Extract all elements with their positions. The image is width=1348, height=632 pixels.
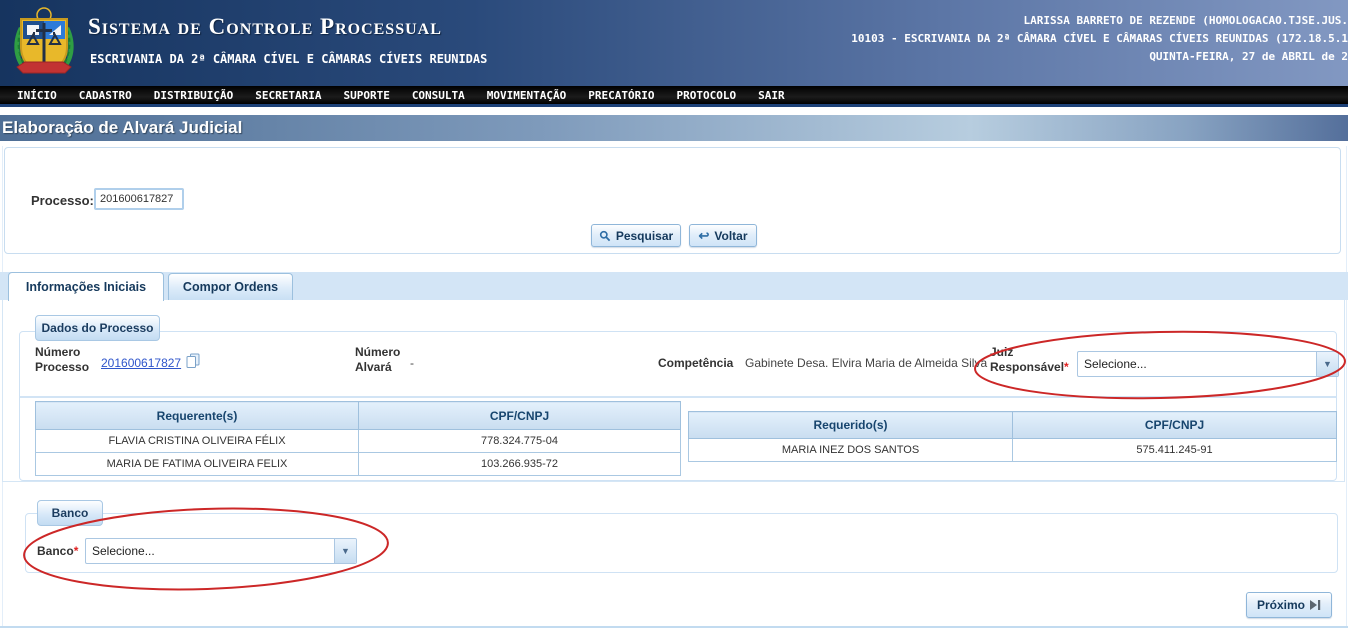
numero-processo-link[interactable]: 201600617827 (101, 356, 181, 370)
screen: Sistema de Controle Processual ESCRIVANI… (0, 0, 1348, 632)
pesquisar-button[interactable]: Pesquisar (591, 224, 681, 247)
app-subtitle: ESCRIVANIA DA 2ª CÂMARA CÍVEL E CÂMARAS … (90, 52, 487, 66)
banco-dropdown-arrow-icon[interactable]: ▼ (334, 539, 356, 563)
menu-item-distribuicao[interactable]: DISTRIBUIÇÃO (143, 89, 244, 102)
menu-item-movimentacao[interactable]: MOVIMENTAÇÃO (476, 89, 577, 102)
menu-item-protocolo[interactable]: PROTOCOLO (666, 89, 748, 102)
numero-alvara-value: - (410, 356, 414, 370)
table-cell: MARIA DE FATIMA OLIVEIRA FELIX (36, 453, 359, 476)
requerentes-table: Requerente(s) CPF/CNPJ FLAVIA CRISTINA O… (35, 401, 681, 476)
table-cell: FLAVIA CRISTINA OLIVEIRA FÉLIX (36, 430, 359, 453)
proximo-button[interactable]: Próximo (1246, 592, 1332, 618)
required-asterisk: * (74, 544, 79, 558)
next-icon (1310, 600, 1321, 610)
copy-icon[interactable] (186, 353, 200, 369)
page-bottom-border (0, 626, 1348, 628)
competencia-label: Competência (658, 356, 733, 371)
menu-item-sair[interactable]: SAIR (747, 89, 796, 102)
table-row: MARIA DE FATIMA OLIVEIRA FELIX103.266.93… (36, 453, 681, 476)
voltar-button[interactable]: ↩ Voltar (689, 224, 757, 247)
numero-processo-label: Número Processo (35, 345, 101, 375)
voltar-label: Voltar (714, 229, 747, 243)
processo-input[interactable] (94, 188, 184, 210)
app-header: Sistema de Controle Processual ESCRIVANI… (0, 0, 1348, 86)
fieldset-divider (20, 396, 1336, 398)
table-row: MARIA INEZ DOS SANTOS575.411.245-91 (689, 439, 1337, 462)
banco-label: Banco* (37, 544, 78, 559)
menu-item-inicio[interactable]: INÍCIO (6, 89, 68, 102)
tab-compor-ordens[interactable]: Compor Ordens (168, 273, 293, 300)
session-user: LARISSA BARRETO DE REZENDE (HOMOLOGACAO.… (851, 12, 1348, 30)
menu-item-cadastro[interactable]: CADASTRO (68, 89, 143, 102)
requerentes-header-nome: Requerente(s) (36, 402, 359, 430)
requeridos-header-cpf: CPF/CNPJ (1013, 412, 1337, 439)
table-cell: 103.266.935-72 (359, 453, 681, 476)
competencia-value: Gabinete Desa. Elvira Maria de Almeida S… (745, 356, 987, 370)
session-info: LARISSA BARRETO DE REZENDE (HOMOLOGACAO.… (851, 12, 1348, 66)
app-title: Sistema de Controle Processual (88, 14, 442, 40)
table-cell: 778.324.775-04 (359, 430, 681, 453)
banco-select[interactable]: Selecione... ▼ (85, 538, 357, 564)
juiz-dropdown-arrow-icon[interactable]: ▼ (1316, 352, 1338, 376)
search-actions: Pesquisar ↩ Voltar (0, 224, 1348, 247)
session-date: QUINTA-FEIRA, 27 de ABRIL de 2 (851, 48, 1348, 66)
dados-do-processo-legend: Dados do Processo (35, 315, 160, 341)
juiz-responsavel-selected-value: Selecione... (1078, 357, 1316, 371)
juiz-responsavel-select[interactable]: Selecione... ▼ (1077, 351, 1339, 377)
juiz-responsavel-label: Juiz Responsável* (990, 345, 1076, 375)
tab-strip: Informações Iniciais Compor Ordens (0, 272, 1348, 300)
processo-label: Processo: (31, 193, 94, 208)
page-title-bar: Elaboração de Alvará Judicial (0, 115, 1348, 141)
table-row: FLAVIA CRISTINA OLIVEIRA FÉLIX778.324.77… (36, 430, 681, 453)
menu-item-suporte[interactable]: SUPORTE (332, 89, 400, 102)
pesquisar-label: Pesquisar (616, 229, 673, 243)
page-title: Elaboração de Alvará Judicial (2, 118, 242, 138)
menu-item-secretaria[interactable]: SECRETARIA (244, 89, 332, 102)
requeridos-table: Requerido(s) CPF/CNPJ MARIA INEZ DOS SAN… (688, 411, 1337, 462)
main-menu: INÍCIO CADASTRO DISTRIBUIÇÃO SECRETARIA … (0, 86, 1348, 107)
required-asterisk: * (1064, 360, 1069, 374)
session-unit: 10103 - ESCRIVANIA DA 2ª CÂMARA CÍVEL E … (851, 30, 1348, 48)
requeridos-header-nome: Requerido(s) (689, 412, 1013, 439)
banco-legend: Banco (37, 500, 103, 526)
numero-alvara-label: Número Alvará (355, 345, 415, 375)
back-arrow-icon: ↩ (698, 231, 709, 241)
table-cell: 575.411.245-91 (1013, 439, 1337, 462)
proximo-label: Próximo (1257, 598, 1305, 612)
menu-item-consulta[interactable]: CONSULTA (401, 89, 476, 102)
search-icon (599, 230, 611, 242)
tab-informacoes-iniciais[interactable]: Informações Iniciais (8, 272, 164, 301)
tjse-coat-of-arms-icon (9, 5, 79, 83)
menu-item-precatorio[interactable]: PRECATÓRIO (577, 89, 665, 102)
table-cell: MARIA INEZ DOS SANTOS (689, 439, 1013, 462)
banco-selected-value: Selecione... (86, 544, 334, 558)
requerentes-header-cpf: CPF/CNPJ (359, 402, 681, 430)
